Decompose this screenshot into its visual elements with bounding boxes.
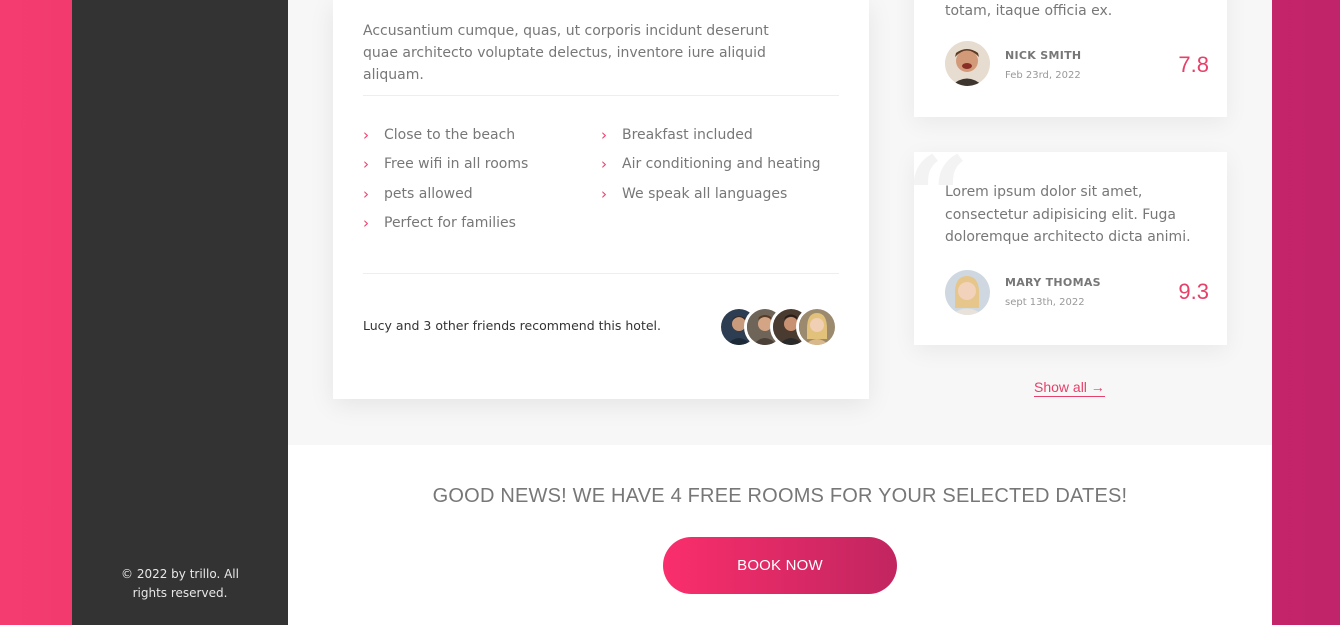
cta-title: GOOD NEWS! WE HAVE 4 FREE ROOMS FOR YOUR… [432, 485, 1128, 507]
hotel-view: Accusantium cumque, quas, ut corporis in… [288, 0, 1272, 625]
book-now-button[interactable]: BOOK NOW [663, 537, 897, 594]
legal-text: © 2022 by trillo. All rights reserved. [121, 567, 239, 600]
list-item: › We speak all languages [601, 184, 788, 203]
rating: 7.8 [1178, 52, 1209, 77]
chevron-right-icon: › [363, 184, 369, 203]
review-date: sept 13th, 2022 [1005, 297, 1085, 308]
avatar [945, 41, 990, 86]
sidebar: © 2022 by trillo. All rights reserved. [72, 0, 288, 625]
chevron-right-icon: › [363, 155, 369, 174]
list-item: › Free wifi in all rooms [363, 155, 529, 174]
avatar[interactable] [796, 306, 838, 348]
chevron-right-icon: › [363, 214, 369, 233]
reviewer-name: Nick Smith [1005, 49, 1082, 62]
show-all-link[interactable]: Show all → [1034, 379, 1105, 397]
description-card: Accusantium cumque, quas, ut corporis in… [333, 0, 869, 399]
review-text: totam, itaque officia ex. [945, 3, 1113, 19]
cta-section: GOOD NEWS! WE HAVE 4 FREE ROOMS FOR YOUR… [288, 445, 1272, 625]
detail-section: Accusantium cumque, quas, ut corporis in… [288, 0, 1272, 445]
feature-list: › Close to the beach › Breakfast included … [363, 124, 839, 234]
reviewer-name: Mary Thomas [1005, 276, 1101, 289]
divider [363, 95, 839, 96]
list-item: › Air conditioning and heating [601, 155, 821, 174]
list-item: › pets allowed [363, 184, 473, 203]
review-card: totam, itaque officia ex. Nick Smith Feb… [914, 0, 1227, 117]
list-item: › Close to the beach [363, 125, 516, 144]
chevron-right-icon: › [363, 125, 369, 144]
divider [363, 273, 839, 274]
recommend-text: Lucy and 3 other friends recommend this … [363, 318, 661, 333]
page-container: © 2022 by trillo. All rights reserved. A… [72, 0, 1272, 625]
review-card: “ Lorem ipsum dolor sit amet, consectetu… [906, 142, 1227, 345]
rating: 9.3 [1178, 279, 1209, 304]
review-text: Lorem ipsum dolor sit amet, consectetur … [945, 184, 1191, 245]
chevron-right-icon: › [601, 155, 607, 174]
list-item: › Perfect for families [363, 214, 516, 233]
list-item: › Breakfast included [601, 125, 753, 144]
chevron-right-icon: › [601, 125, 607, 144]
description-text: Accusantium cumque, quas, ut corporis in… [363, 23, 769, 83]
review-date: Feb 23rd, 2022 [1005, 70, 1081, 81]
chevron-right-icon: › [601, 184, 607, 203]
avatar [945, 270, 990, 315]
